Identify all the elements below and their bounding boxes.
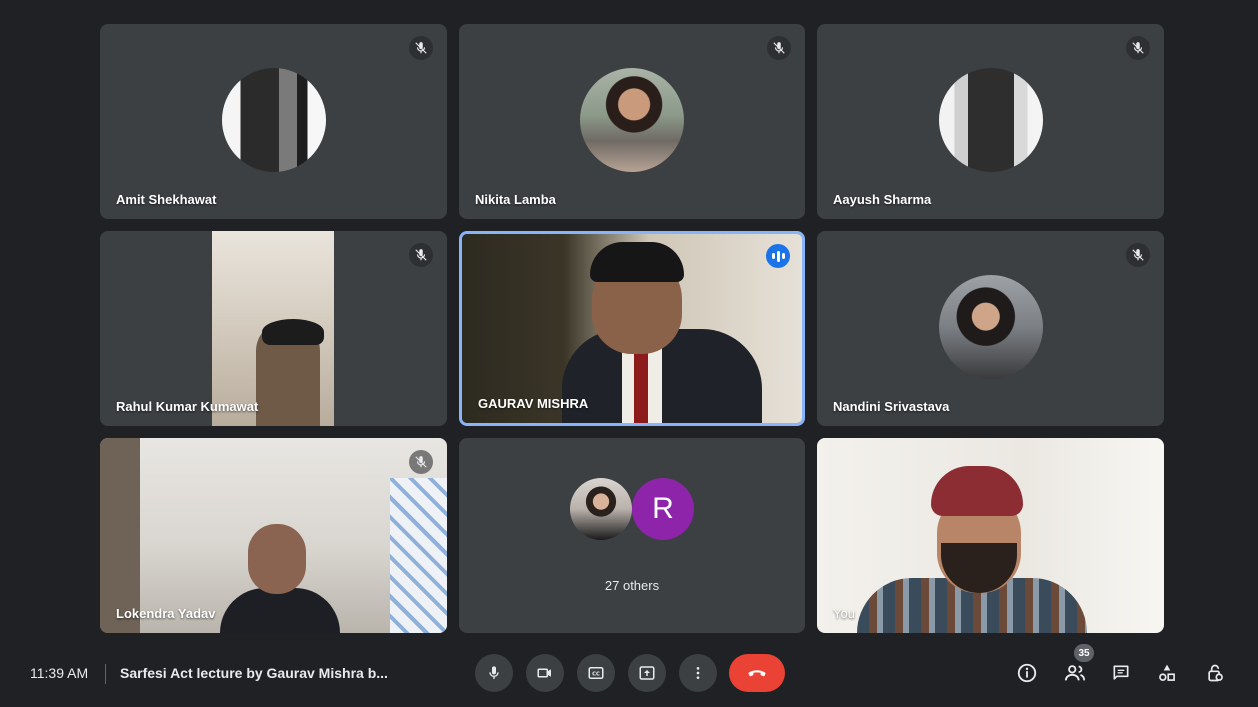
captions-button[interactable]: CC [577,654,615,692]
participant-name: Amit Shekhawat [116,192,217,207]
others-count-label: 27 others [604,578,660,593]
activities-icon [1159,664,1175,681]
mic-off-icon [409,243,433,267]
participant-video [817,438,1164,633]
avatar [580,68,684,172]
participant-video [462,234,802,423]
more-vert-icon [696,667,700,679]
participant-tile-nandini[interactable]: Nandini Srivastava [817,231,1164,426]
participant-tile-lokendra[interactable]: Lokendra Yadav [100,438,447,633]
avatar [938,68,1043,172]
avatar-initial: R [632,478,694,540]
present-icon [639,666,655,680]
participant-name: GAURAV MISHRA [478,396,589,411]
participant-name: Rahul Kumar Kumawat [116,399,259,414]
participant-tile-nikita[interactable]: Nikita Lamba [459,24,805,219]
participant-name: Aayush Sharma [833,192,932,207]
avatar [221,68,326,172]
participant-name: Nandini Srivastava [833,399,950,414]
chat-icon [1113,665,1129,680]
activities-button[interactable] [1154,660,1180,686]
camera-icon [537,668,551,678]
participant-name: You [833,606,855,621]
avatar [938,275,1043,379]
participant-tile-amit[interactable]: Amit Shekhawat [100,24,447,219]
mic-off-icon [409,36,433,60]
participant-tile-aayush[interactable]: Aayush Sharma [817,24,1164,219]
info-icon [1017,663,1037,683]
captions-icon: CC [588,667,604,679]
mic-off-icon [1126,36,1150,60]
mic-off-icon [1126,243,1150,267]
microphone-icon [489,666,499,679]
phone-hangup-icon [748,670,766,677]
leave-call-button[interactable] [729,654,785,692]
mic-off-icon [767,36,791,60]
camera-button[interactable] [526,654,564,692]
meeting-info-button[interactable] [1014,660,1040,686]
avatar [570,478,632,540]
divider [105,664,106,684]
more-options-button[interactable] [679,654,717,692]
people-icon [1064,665,1086,681]
control-bar: 11:39 AM Sarfesi Act lecture by Gaurav M… [0,640,1258,707]
participant-name: Nikita Lamba [475,192,556,207]
microphone-button[interactable] [475,654,513,692]
participant-video [100,438,447,633]
clock-time: 11:39 AM [30,665,89,681]
meeting-title: Sarfesi Act lecture by Gaurav Mishra b..… [120,665,388,681]
chat-button[interactable] [1108,660,1134,686]
participant-tile-rahul[interactable]: Rahul Kumar Kumawat [100,231,447,426]
others-tile[interactable]: R 27 others [459,438,805,633]
mic-off-icon [409,450,433,474]
participant-tile-gaurav[interactable]: GAURAV MISHRA [459,231,805,426]
svg-text:CC: CC [592,672,600,678]
lock-person-icon [1208,664,1223,682]
present-screen-button[interactable] [628,654,666,692]
people-button[interactable] [1062,660,1088,686]
participant-name: Lokendra Yadav [116,606,216,621]
host-controls-button[interactable] [1202,660,1228,686]
participant-count-badge: 35 [1074,644,1094,662]
participant-tile-you[interactable]: You [817,438,1164,633]
participant-video [212,231,334,426]
speaking-indicator-icon [766,244,790,268]
